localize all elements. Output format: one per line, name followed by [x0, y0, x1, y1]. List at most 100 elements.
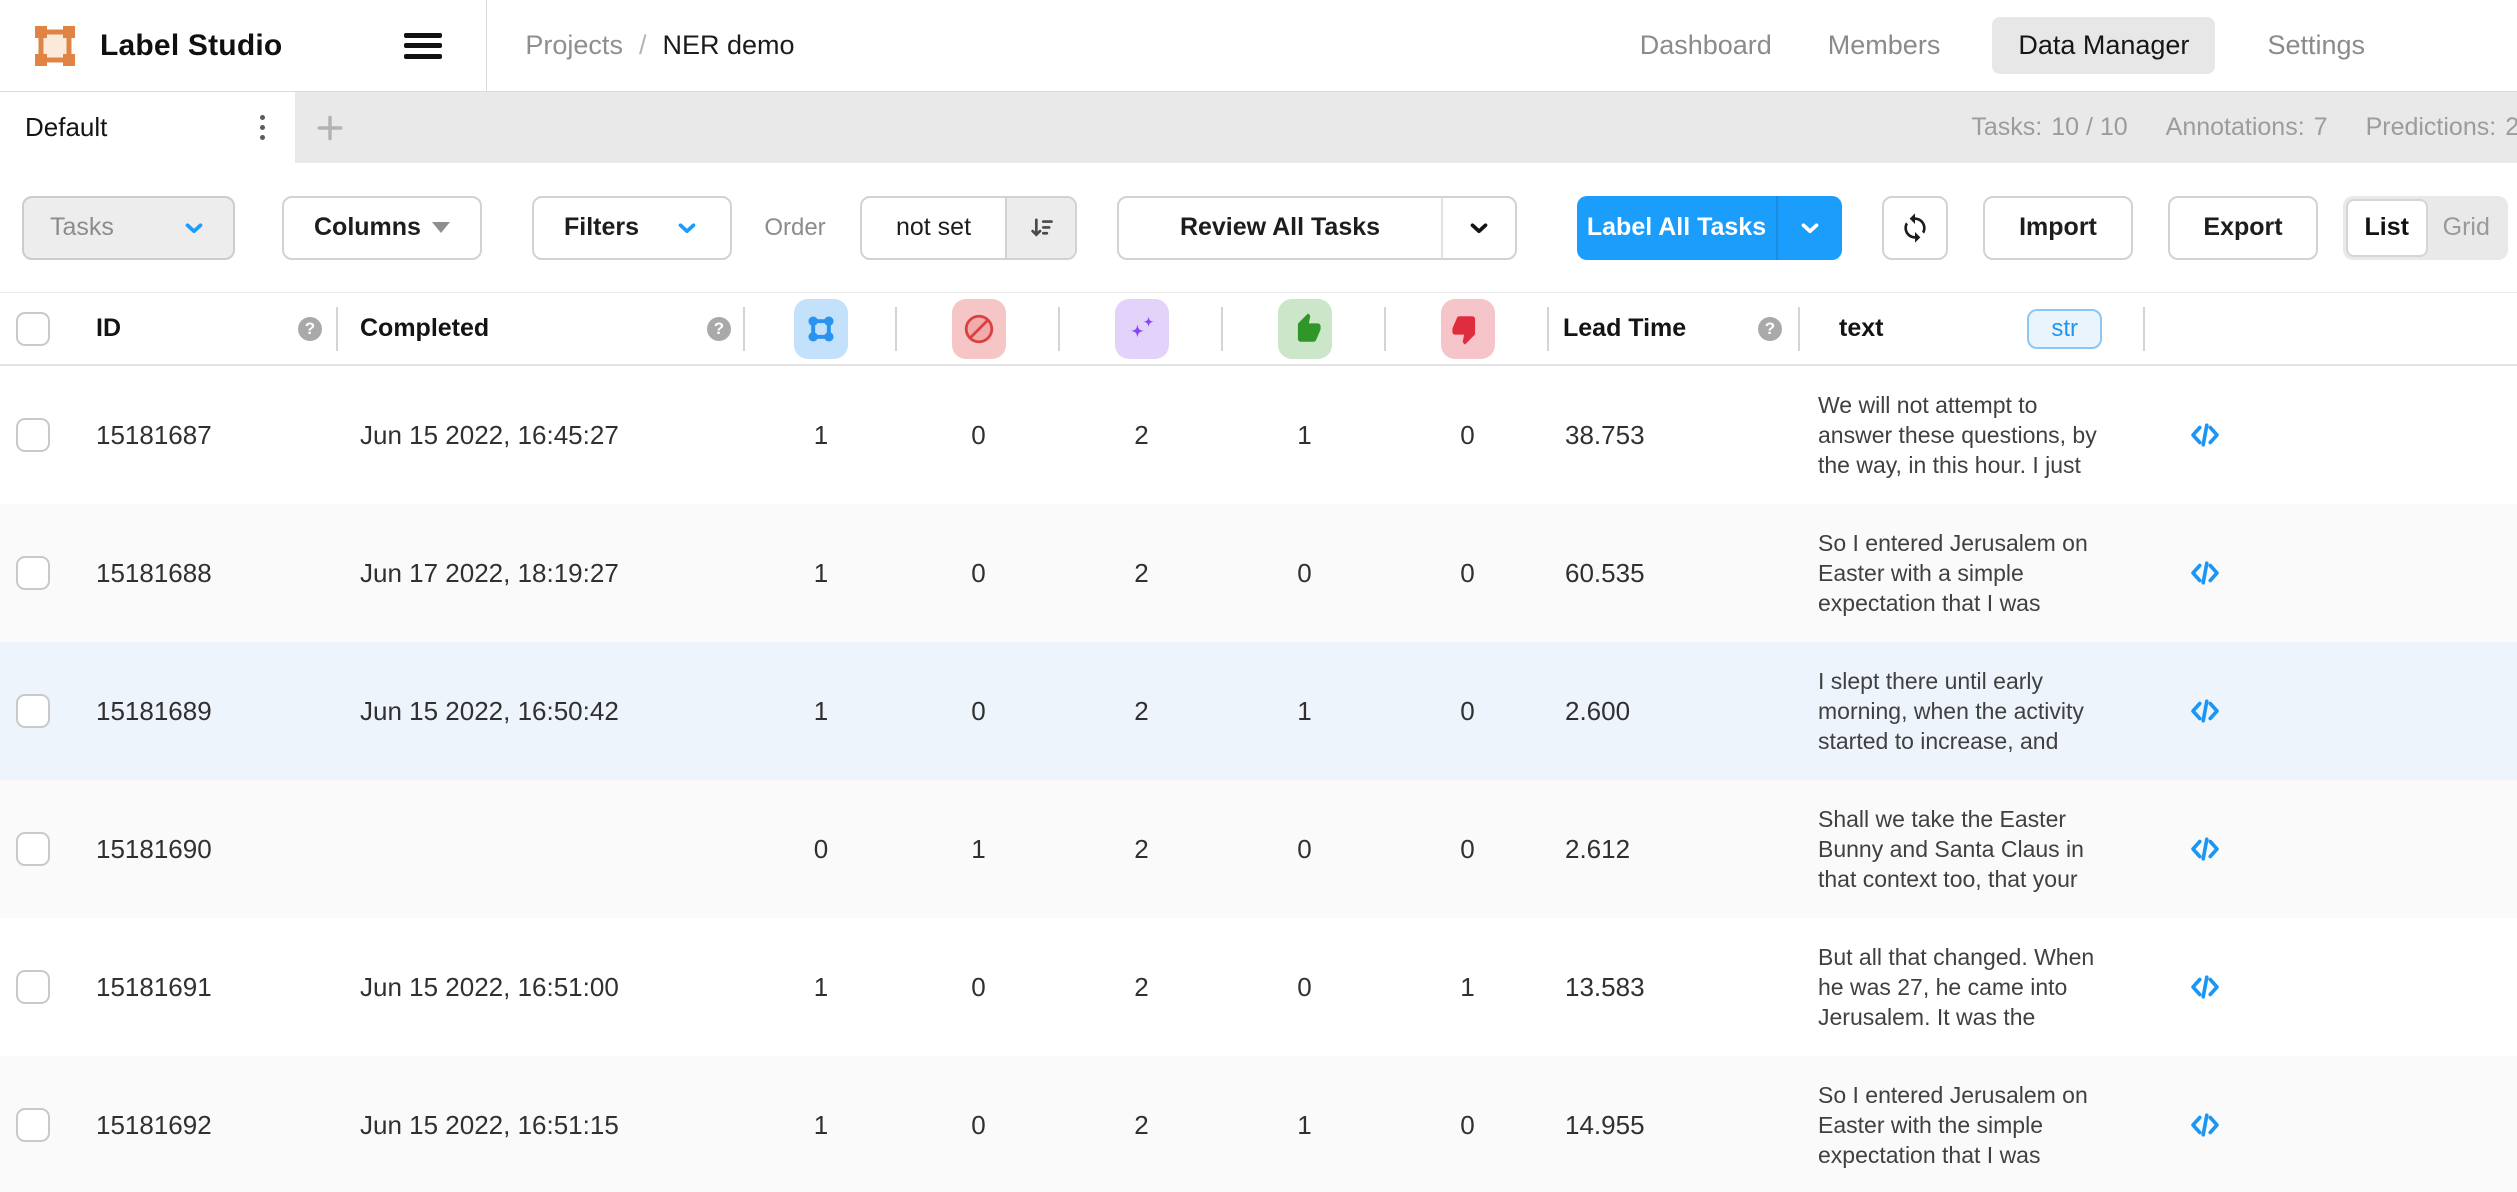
task-text-cell: Shall we take the Easter Bunny and Santa…	[1800, 780, 2145, 918]
column-header-rejected[interactable]	[1386, 293, 1549, 364]
task-text-cell: We will not attempt to answer these ques…	[1800, 366, 2145, 504]
code-icon	[2187, 969, 2223, 1005]
table-row[interactable]: 15181692Jun 15 2022, 16:51:151021014.955…	[0, 1056, 2517, 1192]
project-stats: Tasks:10 / 10 Annotations:7 Predictions:…	[1971, 92, 2517, 163]
rejected-count-cell: 1	[1386, 918, 1549, 1056]
add-tab-button[interactable]	[295, 92, 365, 163]
open-task-source-button[interactable]	[2187, 969, 2223, 1005]
open-task-source-button[interactable]	[2187, 1107, 2223, 1143]
nav-settings[interactable]: Settings	[2263, 17, 2369, 74]
predictions-count-cell: 2	[1060, 780, 1223, 918]
lead-time-cell: 13.583	[1549, 918, 1800, 1056]
accepted-count-cell: 0	[1223, 780, 1386, 918]
accepted-count-cell: 1	[1223, 366, 1386, 504]
task-text-cell: I slept there until early morning, when …	[1800, 642, 2145, 780]
column-header-cancelled[interactable]	[897, 293, 1060, 364]
nav-data-manager[interactable]: Data Manager	[1992, 17, 2215, 74]
predictions-count-cell: 2	[1060, 366, 1223, 504]
column-label-text[interactable]: text	[1839, 314, 1883, 343]
row-checkbox[interactable]	[16, 1108, 50, 1142]
annotations-count-cell: 1	[745, 642, 897, 780]
table-row[interactable]: 15181688Jun 17 2022, 18:19:271020060.535…	[0, 504, 2517, 642]
label-dropdown-toggle[interactable]	[1776, 196, 1842, 260]
column-header-text[interactable]: text str	[1800, 293, 2145, 364]
column-header-completed[interactable]: Completed ?	[338, 293, 745, 364]
column-header-accepted[interactable]	[1223, 293, 1386, 364]
review-dropdown-toggle[interactable]	[1441, 198, 1515, 258]
annotations-count-cell: 0	[745, 780, 897, 918]
review-all-tasks-button[interactable]: Review All Tasks	[1117, 196, 1517, 260]
columns-dropdown-button[interactable]: Columns	[282, 196, 482, 260]
column-header-lead-time[interactable]: Lead Time ?	[1549, 293, 1800, 364]
open-task-source-button[interactable]	[2187, 555, 2223, 591]
table-row[interactable]: 15181689Jun 15 2022, 16:50:42102102.600I…	[0, 642, 2517, 780]
task-id-cell: 15181692	[66, 1056, 338, 1192]
filters-dropdown-button[interactable]: Filters	[532, 196, 732, 260]
completed-cell: Jun 15 2022, 16:51:00	[338, 918, 745, 1056]
tasks-dropdown-button[interactable]: Tasks	[22, 196, 235, 260]
cancelled-count-cell: 0	[897, 366, 1060, 504]
import-button[interactable]: Import	[1983, 196, 2133, 260]
predictions-count-cell: 2	[1060, 642, 1223, 780]
export-button[interactable]: Export	[2168, 196, 2318, 260]
row-checkbox[interactable]	[16, 556, 50, 590]
label-all-tasks-button[interactable]: Label All Tasks	[1577, 196, 1842, 260]
table-body: 15181687Jun 15 2022, 16:45:271021038.753…	[0, 366, 2517, 1192]
column-label-id[interactable]: ID	[96, 314, 121, 343]
triangle-down-icon	[432, 222, 450, 233]
row-filler	[2265, 780, 2517, 918]
column-label-completed[interactable]: Completed	[360, 314, 489, 343]
view-list-button[interactable]: List	[2346, 199, 2428, 257]
accepted-count-cell: 1	[1223, 1056, 1386, 1192]
tab-default[interactable]: Default	[0, 92, 295, 163]
row-filler	[2265, 1056, 2517, 1192]
toolbar: Tasks Columns Filters Order not set Revi…	[0, 163, 2517, 292]
row-checkbox[interactable]	[16, 418, 50, 452]
column-header-id[interactable]: ID ?	[66, 293, 338, 364]
refresh-icon	[1899, 212, 1931, 244]
open-task-source-button[interactable]	[2187, 831, 2223, 867]
table-header: ID ? Completed ?	[0, 292, 2517, 366]
task-text-cell: So I entered Jerusalem on Easter with a …	[1800, 504, 2145, 642]
column-label-lead-time[interactable]: Lead Time	[1563, 314, 1686, 343]
row-checkbox-cell	[0, 918, 66, 1056]
chevron-down-icon	[674, 215, 700, 241]
view-grid-button[interactable]: Grid	[2428, 199, 2506, 257]
refresh-button[interactable]	[1882, 196, 1948, 260]
lead-time-cell: 38.753	[1549, 366, 1800, 504]
column-header-annotations[interactable]	[745, 293, 897, 364]
cancelled-count-cell: 1	[897, 780, 1060, 918]
top-nav: Dashboard Members Data Manager Settings	[1636, 17, 2517, 74]
row-filler	[2265, 918, 2517, 1056]
help-icon[interactable]: ?	[1758, 317, 1782, 341]
annotations-count-cell: 1	[745, 918, 897, 1056]
help-icon[interactable]: ?	[707, 317, 731, 341]
open-task-source-button[interactable]	[2187, 693, 2223, 729]
nav-members[interactable]: Members	[1824, 17, 1945, 74]
table-row[interactable]: 15181690012002.612Shall we take the East…	[0, 780, 2517, 918]
row-checkbox-cell	[0, 642, 66, 780]
rejected-count-cell: 0	[1386, 366, 1549, 504]
tab-bar: Default Tasks:10 / 10 Annotations:7 Pred…	[0, 92, 2517, 163]
table-row[interactable]: 15181687Jun 15 2022, 16:45:271021038.753…	[0, 366, 2517, 504]
row-checkbox[interactable]	[16, 832, 50, 866]
row-checkbox-cell	[0, 780, 66, 918]
row-checkbox[interactable]	[16, 694, 50, 728]
open-task-source-button[interactable]	[2187, 417, 2223, 453]
predictions-count-cell: 2	[1060, 918, 1223, 1056]
tab-options-kebab-icon[interactable]	[254, 109, 271, 146]
table-row[interactable]: 15181691Jun 15 2022, 16:51:001020113.583…	[0, 918, 2517, 1056]
help-icon[interactable]: ?	[298, 317, 322, 341]
hamburger-menu-icon[interactable]	[404, 33, 442, 59]
sort-direction-button[interactable]	[1005, 198, 1075, 258]
predictions-sparkles-icon	[1115, 299, 1169, 359]
select-all-checkbox[interactable]	[16, 312, 50, 346]
completed-cell	[338, 780, 745, 918]
thumbs-down-icon	[1441, 299, 1495, 359]
breadcrumb-projects-link[interactable]: Projects	[525, 30, 623, 61]
row-checkbox[interactable]	[16, 970, 50, 1004]
order-dropdown-button[interactable]: not set	[860, 196, 1077, 260]
nav-dashboard[interactable]: Dashboard	[1636, 17, 1776, 74]
column-header-filler	[2265, 293, 2517, 364]
column-header-predictions[interactable]	[1060, 293, 1223, 364]
